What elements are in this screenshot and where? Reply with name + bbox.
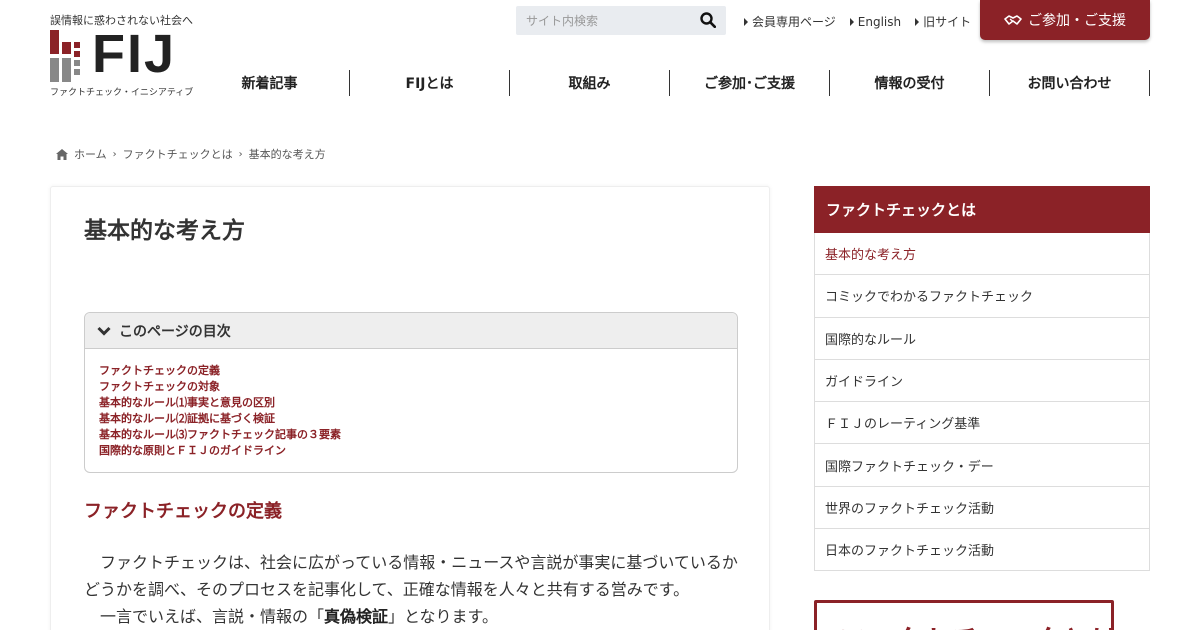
toc-item: 国際的な原則とＦＩＪのガイドライン <box>99 443 737 459</box>
toc-item: 基本的なルール⑴事実と意見の区別 <box>99 395 737 411</box>
support-button[interactable]: ご参加・ご支援 <box>980 0 1150 40</box>
search-input[interactable] <box>516 6 686 35</box>
old-site-link[interactable]: 旧サイト <box>915 13 971 30</box>
sidebar-banner[interactable]: ファクトチェックとは <box>814 600 1114 630</box>
breadcrumb-parent[interactable]: ファクトチェックとは <box>123 146 233 162</box>
breadcrumb-current: 基本的な考え方 <box>248 148 326 161</box>
nav-item-contact[interactable]: お問い合わせ <box>990 70 1150 96</box>
nav-item-about[interactable]: FIJとは <box>350 70 510 96</box>
sidebar-item-international-rules[interactable]: 国際的なルール <box>815 318 1149 360</box>
sidebar-heading[interactable]: ファクトチェックとは <box>814 186 1150 233</box>
banner-text: ファクトチェックとは <box>839 619 1111 630</box>
site-search <box>516 6 726 35</box>
members-link[interactable]: 会員専用ページ <box>744 13 836 30</box>
site-logo[interactable]: FIJ ファクトチェック・イニシアティブ <box>50 24 195 98</box>
sidebar-item-basic-approach[interactable]: 基本的な考え方 <box>815 233 1149 276</box>
toc-link[interactable]: 基本的なルール⑵証拠に基づく検証 <box>99 412 275 425</box>
toc-item: ファクトチェックの対象 <box>99 379 737 395</box>
sidebar-item-japan-activities[interactable]: 日本のファクトチェック活動 <box>815 529 1149 572</box>
toc-link[interactable]: 基本的なルール⑴事実と意見の区別 <box>99 396 275 409</box>
chevron-right-icon: › <box>112 148 117 160</box>
search-icon[interactable] <box>700 12 716 28</box>
caret-right-icon <box>744 17 748 26</box>
section-heading: ファクトチェックの定義 <box>84 501 282 522</box>
toc-item: 基本的なルール⑵証拠に基づく検証 <box>99 411 737 427</box>
toc-link[interactable]: 国際的な原則とＦＩＪのガイドライン <box>99 444 286 457</box>
sidebar-item-comic[interactable]: コミックでわかるファクトチェック <box>815 275 1149 318</box>
main-nav: 新着記事 FIJとは 取組み ご参加･ご支援 情報の受付 お問い合わせ <box>190 70 1150 96</box>
nav-item-submit-info[interactable]: 情報の受付 <box>830 70 990 96</box>
sidebar-item-guidelines[interactable]: ガイドライン <box>815 360 1149 403</box>
sidebar-item-factcheck-day[interactable]: 国際ファクトチェック・デー <box>815 444 1149 487</box>
top-links: 会員専用ページ English 旧サイト <box>744 13 971 30</box>
body-text: ファクトチェックは、社会に広がっている情報・ニュースや言説が事実に基づいているか… <box>84 549 744 630</box>
logo-mark-icon <box>50 30 80 82</box>
sidebar-menu: 基本的な考え方 コミックでわかるファクトチェック 国際的なルール ガイドライン … <box>814 233 1150 572</box>
caret-right-icon <box>915 17 920 26</box>
page-title: 基本的な考え方 <box>84 218 245 244</box>
logo-subtitle: ファクトチェック・イニシアティブ <box>50 88 194 98</box>
breadcrumb-home[interactable]: ホーム <box>74 146 107 162</box>
toc-header[interactable]: このページの目次 <box>85 313 737 349</box>
breadcrumb: ホーム › ファクトチェックとは › 基本的な考え方 <box>56 146 326 162</box>
toc-list: ファクトチェックの定義 ファクトチェックの対象 基本的なルール⑴事実と意見の区別… <box>85 349 737 459</box>
paragraph: 一言でいえば、言説・情報の「真偽検証」となります。 <box>100 607 498 626</box>
caret-right-icon <box>849 17 854 26</box>
main-content: 基本的な考え方 このページの目次 ファクトチェックの定義 ファクトチェックの対象… <box>50 186 770 630</box>
table-of-contents: このページの目次 ファクトチェックの定義 ファクトチェックの対象 基本的なルール… <box>84 312 738 473</box>
toc-link[interactable]: ファクトチェックの定義 <box>99 364 220 377</box>
toc-item: 基本的なルール⑶ファクトチェック記事の３要素 <box>99 427 737 443</box>
emphasis: 真偽検証 <box>324 607 389 626</box>
chevron-right-icon: › <box>238 148 243 160</box>
nav-item-initiatives[interactable]: 取組み <box>510 70 670 96</box>
sidebar: ファクトチェックとは 基本的な考え方 コミックでわかるファクトチェック 国際的な… <box>814 186 1150 572</box>
sidebar-item-world-activities[interactable]: 世界のファクトチェック活動 <box>815 487 1149 530</box>
logo-text: FIJ <box>92 24 177 84</box>
chevron-down-icon <box>97 326 111 336</box>
handshake-icon <box>1004 15 1022 25</box>
sidebar-item-rating-criteria[interactable]: ＦＩＪのレーティング基準 <box>815 402 1149 445</box>
nav-item-support[interactable]: ご参加･ご支援 <box>670 70 830 96</box>
toc-title: このページの目次 <box>119 323 231 340</box>
toc-link[interactable]: 基本的なルール⑶ファクトチェック記事の３要素 <box>99 428 341 441</box>
toc-item: ファクトチェックの定義 <box>99 363 737 379</box>
english-link[interactable]: English <box>849 13 901 30</box>
paragraph: ファクトチェックは、社会に広がっている情報・ニュースや言説が事実に基づいているか… <box>84 553 738 599</box>
toc-link[interactable]: ファクトチェックの対象 <box>99 380 220 393</box>
home-icon <box>56 148 68 160</box>
nav-item-news[interactable]: 新着記事 <box>190 70 350 96</box>
